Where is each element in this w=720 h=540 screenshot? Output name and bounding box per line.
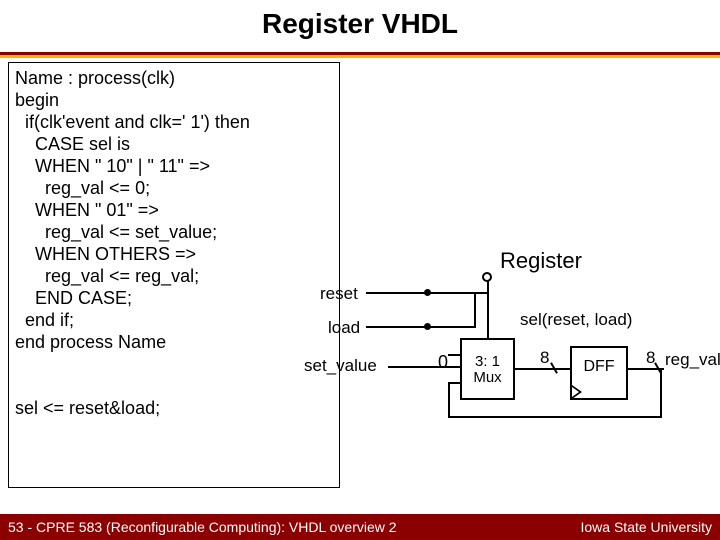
slide-footer: 53 - CPRE 583 (Reconfigurable Computing)…	[0, 514, 720, 540]
slide-title: Register VHDL	[0, 0, 720, 40]
reg-val-label: reg_val	[665, 350, 720, 370]
load-label: load	[328, 318, 360, 338]
vhdl-code-block: Name : process(clk) begin if(clk'event a…	[8, 62, 340, 488]
bus-width-8-dff-out: 8	[646, 348, 655, 368]
set-value-label: set_value	[304, 356, 377, 376]
register-diagram: Register reset load set_value 0 sel(rese…	[350, 248, 710, 478]
mux-block: 3: 1 Mux	[460, 338, 515, 400]
bus-width-8-mux-out: 8	[540, 348, 549, 368]
slide-content: Name : process(clk) begin if(clk'event a…	[0, 58, 720, 502]
sel-label: sel(reset, load)	[520, 310, 632, 330]
footer-left: 53 - CPRE 583 (Reconfigurable Computing)…	[8, 519, 397, 535]
zero-label: 0	[438, 352, 448, 373]
register-label: Register	[500, 248, 582, 274]
reset-label: reset	[320, 284, 358, 304]
footer-right: Iowa State University	[581, 519, 713, 535]
